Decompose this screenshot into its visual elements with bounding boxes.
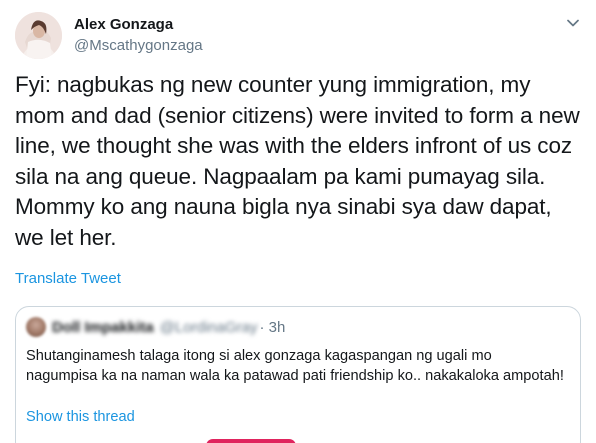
author-handle[interactable]: @Mscathygonzaga bbox=[74, 37, 203, 55]
profile-photo-icon bbox=[15, 12, 62, 59]
quoted-tweet[interactable]: Doll Impakkita @LordinaGray · 3h Shutang… bbox=[15, 306, 581, 443]
author-name[interactable]: Alex Gonzaga bbox=[74, 16, 173, 34]
tweet-menu-button[interactable] bbox=[562, 12, 584, 34]
tweet-text: Fyi: nagbukas ng new counter yung immigr… bbox=[15, 72, 580, 250]
quoted-author-avatar bbox=[26, 317, 46, 337]
quoted-timestamp: · 3h bbox=[259, 318, 286, 336]
quoted-media-preview[interactable] bbox=[206, 439, 296, 443]
chevron-down-icon bbox=[567, 19, 579, 27]
translate-tweet-link[interactable]: Translate Tweet bbox=[15, 270, 121, 288]
quoted-author-name: Doll Impakkita bbox=[52, 318, 154, 336]
author-avatar[interactable] bbox=[15, 12, 62, 59]
show-thread-link[interactable]: Show this thread bbox=[26, 408, 135, 426]
quoted-tweet-text: Shutanginamesh talaga itong si alex gonz… bbox=[26, 348, 564, 384]
tweet-card: Alex Gonzaga @Mscathygonzaga Fyi: nagbuk… bbox=[0, 0, 596, 443]
quoted-author-handle: @LordinaGray bbox=[159, 318, 258, 336]
quoted-tweet-header: Doll Impakkita @LordinaGray · 3h bbox=[26, 317, 285, 337]
